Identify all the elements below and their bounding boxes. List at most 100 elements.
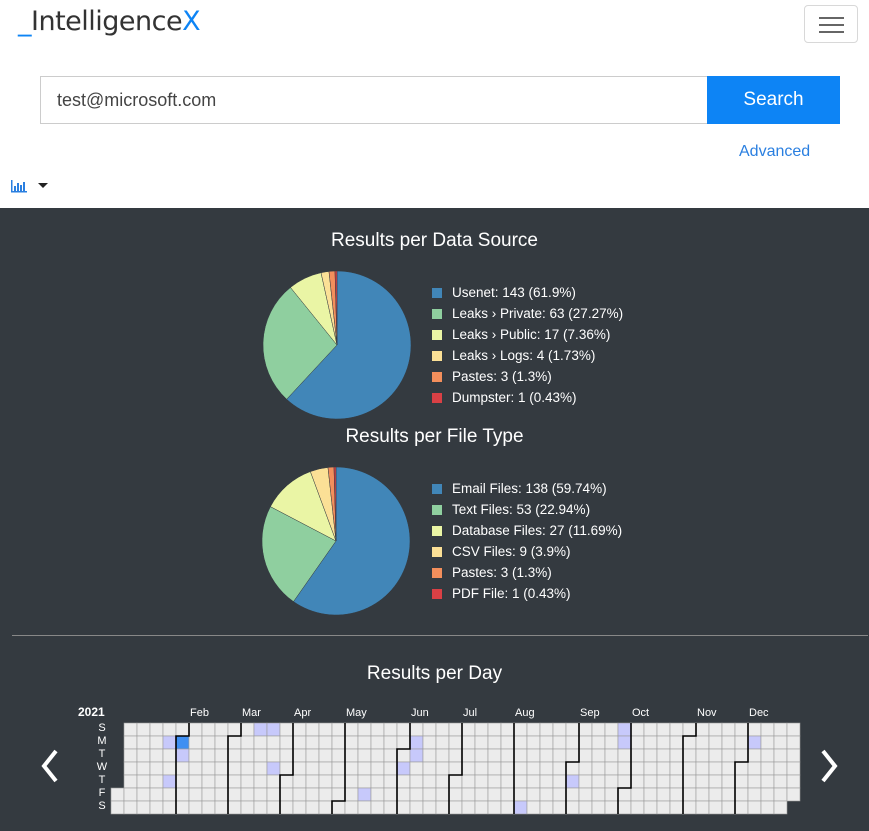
day-cell[interactable] xyxy=(760,748,775,763)
day-cell[interactable] xyxy=(123,722,138,737)
day-cell[interactable] xyxy=(747,787,762,802)
day-cell[interactable] xyxy=(695,774,710,789)
day-cell[interactable] xyxy=(656,748,671,763)
day-cell[interactable] xyxy=(305,735,320,750)
day-cell[interactable] xyxy=(227,761,242,776)
day-cell[interactable] xyxy=(253,800,268,815)
day-cell[interactable] xyxy=(435,748,450,763)
day-cell[interactable] xyxy=(162,735,177,750)
brand-logo[interactable]: _IntelligenceX xyxy=(18,6,201,37)
day-cell[interactable] xyxy=(175,787,190,802)
day-cell[interactable] xyxy=(734,722,749,737)
day-cell[interactable] xyxy=(357,735,372,750)
day-cell[interactable] xyxy=(617,774,632,789)
day-cell[interactable] xyxy=(240,787,255,802)
day-cell[interactable] xyxy=(500,787,515,802)
day-cell[interactable] xyxy=(500,761,515,776)
day-cell[interactable] xyxy=(656,800,671,815)
day-cell[interactable] xyxy=(643,761,658,776)
day-cell[interactable] xyxy=(500,800,515,815)
day-cell[interactable] xyxy=(227,787,242,802)
day-cell[interactable] xyxy=(162,722,177,737)
day-cell[interactable] xyxy=(422,748,437,763)
day-cell[interactable] xyxy=(435,735,450,750)
day-cell[interactable] xyxy=(526,787,541,802)
day-cell[interactable] xyxy=(305,722,320,737)
day-cell[interactable] xyxy=(344,787,359,802)
day-cell[interactable] xyxy=(175,722,190,737)
day-cell[interactable] xyxy=(136,787,151,802)
day-cell[interactable] xyxy=(539,774,554,789)
day-cell[interactable] xyxy=(604,761,619,776)
day-cell[interactable] xyxy=(253,748,268,763)
day-cell[interactable] xyxy=(643,735,658,750)
day-cell[interactable] xyxy=(487,774,502,789)
day-cell[interactable] xyxy=(552,735,567,750)
day-cell[interactable] xyxy=(461,800,476,815)
day-cell[interactable] xyxy=(344,722,359,737)
day-cell[interactable] xyxy=(513,722,528,737)
day-cell[interactable] xyxy=(136,774,151,789)
day-cell[interactable] xyxy=(344,748,359,763)
day-cell[interactable] xyxy=(734,787,749,802)
day-cell[interactable] xyxy=(370,722,385,737)
day-cell[interactable] xyxy=(760,722,775,737)
day-cell[interactable] xyxy=(227,748,242,763)
day-cell[interactable] xyxy=(201,787,216,802)
day-cell[interactable] xyxy=(305,787,320,802)
day-cell[interactable] xyxy=(227,800,242,815)
day-cell[interactable] xyxy=(604,787,619,802)
day-cell[interactable] xyxy=(396,722,411,737)
day-cell[interactable] xyxy=(643,774,658,789)
day-cell[interactable] xyxy=(526,761,541,776)
day-cell[interactable] xyxy=(591,722,606,737)
day-cell[interactable] xyxy=(149,722,164,737)
day-cell[interactable] xyxy=(435,774,450,789)
day-cell[interactable] xyxy=(747,748,762,763)
day-cell[interactable] xyxy=(669,722,684,737)
day-cell[interactable] xyxy=(370,735,385,750)
day-cell[interactable] xyxy=(565,800,580,815)
day-cell[interactable] xyxy=(357,722,372,737)
day-cell[interactable] xyxy=(318,800,333,815)
day-cell[interactable] xyxy=(292,800,307,815)
day-cell[interactable] xyxy=(591,748,606,763)
day-cell[interactable] xyxy=(383,722,398,737)
day-cell[interactable] xyxy=(526,735,541,750)
day-cell[interactable] xyxy=(331,787,346,802)
day-cell[interactable] xyxy=(695,761,710,776)
day-cell[interactable] xyxy=(578,800,593,815)
day-cell[interactable] xyxy=(760,735,775,750)
day-cell[interactable] xyxy=(682,722,697,737)
day-cell[interactable] xyxy=(448,722,463,737)
day-cell[interactable] xyxy=(253,774,268,789)
day-cell[interactable] xyxy=(201,722,216,737)
day-cell[interactable] xyxy=(305,800,320,815)
day-cell[interactable] xyxy=(760,761,775,776)
day-cell[interactable] xyxy=(682,735,697,750)
day-cell[interactable] xyxy=(279,800,294,815)
day-cell[interactable] xyxy=(682,761,697,776)
day-cell[interactable] xyxy=(760,787,775,802)
day-cell[interactable] xyxy=(136,800,151,815)
day-cell[interactable] xyxy=(253,787,268,802)
day-cell[interactable] xyxy=(721,774,736,789)
day-cell[interactable] xyxy=(643,722,658,737)
day-cell[interactable] xyxy=(708,761,723,776)
day-cell[interactable] xyxy=(526,774,541,789)
day-cell[interactable] xyxy=(786,748,801,763)
day-cell[interactable] xyxy=(240,800,255,815)
day-cell[interactable] xyxy=(591,735,606,750)
day-cell[interactable] xyxy=(734,761,749,776)
day-cell[interactable] xyxy=(201,735,216,750)
day-cell[interactable] xyxy=(773,800,788,815)
day-cell[interactable] xyxy=(214,748,229,763)
day-cell[interactable] xyxy=(721,787,736,802)
day-cell[interactable] xyxy=(578,735,593,750)
day-cell[interactable] xyxy=(110,800,125,815)
day-cell[interactable] xyxy=(396,774,411,789)
day-cell[interactable] xyxy=(266,800,281,815)
day-cell[interactable] xyxy=(175,748,190,763)
day-cell[interactable] xyxy=(201,774,216,789)
day-cell[interactable] xyxy=(695,787,710,802)
